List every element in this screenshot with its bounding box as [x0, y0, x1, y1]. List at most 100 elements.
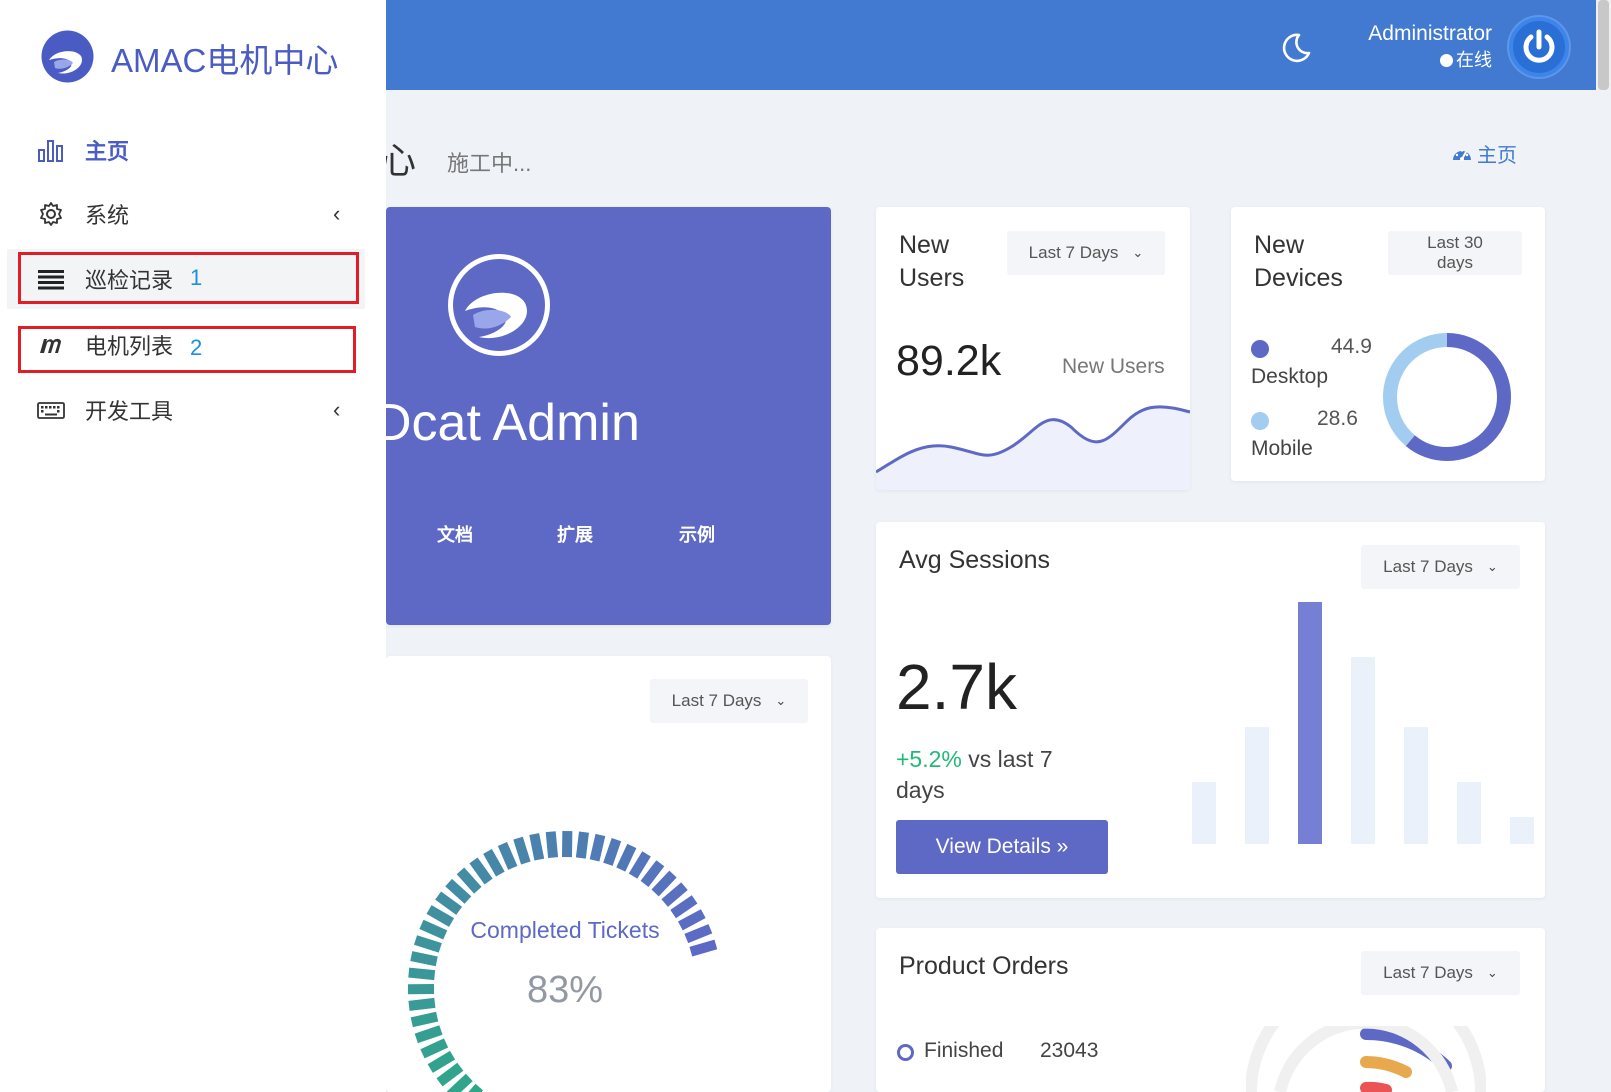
- new-users-sparkline: [876, 405, 1190, 490]
- chevron-left-icon: ‹: [333, 201, 341, 226]
- finished-label: Finished: [924, 1039, 1004, 1062]
- tickets-card: Last 7 Days ⌄ Completed Tickets 83%: [386, 656, 831, 1092]
- sidebar-item-dev-tools[interactable]: 开发工具 ‹: [7, 380, 365, 440]
- dark-mode-toggle-icon[interactable]: [1279, 31, 1313, 65]
- page-subtitle: 施工中...: [447, 151, 532, 176]
- gauge-tick: [469, 857, 493, 885]
- product-orders-radial-chart: [1246, 1026, 1486, 1092]
- new-users-title: New Users: [899, 231, 965, 292]
- scrollbar-thumb[interactable]: [1598, 0, 1609, 90]
- gauge-tick: [497, 842, 518, 870]
- chevron-down-icon: ⌄: [1486, 965, 1498, 980]
- new-devices-title: New Devices: [1254, 231, 1343, 292]
- annotation-box-2: [18, 326, 356, 373]
- gauge-tick: [435, 891, 463, 915]
- avatar[interactable]: [1509, 17, 1569, 77]
- power-icon: [1523, 29, 1555, 63]
- hero-card: Dcat Admin 文档 扩展 示例: [386, 207, 831, 625]
- gauge-tick: [445, 878, 472, 904]
- session-bar: [1351, 657, 1375, 844]
- mobile-label: Mobile: [1251, 437, 1313, 460]
- gauge-tick: [446, 1073, 473, 1092]
- breadcrumb-home[interactable]: 主页: [1477, 139, 1517, 168]
- annotation-number-1: 1: [190, 265, 203, 290]
- gauge-tick: [529, 833, 545, 861]
- gear-icon: [40, 202, 62, 226]
- annotation-number-2: 2: [190, 335, 203, 360]
- finished-value: 23043: [1040, 1039, 1099, 1062]
- view-details-button[interactable]: View Details »: [896, 820, 1108, 874]
- new-devices-range-label: Last 30 days: [1427, 232, 1483, 272]
- chevron-down-icon: ⌄: [1132, 245, 1144, 260]
- gauge-tick: [603, 838, 622, 866]
- session-bar: [1192, 782, 1216, 844]
- user-name[interactable]: Administrator: [1360, 22, 1492, 46]
- avg-sessions-range-dropdown[interactable]: Last 7 Days ⌄: [1361, 545, 1520, 589]
- avg-sessions-delta: +5.2% vs last 7 days: [896, 744, 1096, 806]
- bar-chart-icon: [38, 140, 63, 162]
- new-users-card: New Users Last 7 Days ⌄ 89.2k New Users: [876, 207, 1190, 490]
- avg-sessions-range-label: Last 7 Days: [1383, 557, 1473, 576]
- desktop-value: 44.9: [1331, 335, 1372, 358]
- product-orders-range-dropdown[interactable]: Last 7 Days ⌄: [1361, 951, 1520, 995]
- mobile-value: 28.6: [1317, 407, 1358, 430]
- gauge-tick: [628, 851, 651, 879]
- finished-legend-dot: [897, 1044, 914, 1061]
- new-users-caption: New Users: [1062, 355, 1165, 378]
- tickets-label: Completed Tickets: [470, 917, 660, 943]
- examples-link[interactable]: 示例: [679, 521, 715, 547]
- gauge-tick: [414, 1025, 443, 1044]
- product-orders-card: Product Orders Last 7 Days ⌄ Finished 230…: [876, 928, 1545, 1092]
- gauge-tick: [545, 831, 559, 859]
- breadcrumb[interactable]: 主页: [1452, 139, 1517, 168]
- dcat-logo-icon: [448, 254, 550, 356]
- tickets-range-label: Last 7 Days: [671, 691, 762, 710]
- annotation-box-1: [18, 252, 359, 304]
- gauge-tick: [670, 895, 698, 919]
- gauge-tick: [589, 833, 606, 862]
- chevron-down-icon: ⌄: [1486, 559, 1498, 574]
- avg-sessions-bar-chart: [1192, 602, 1534, 844]
- avg-sessions-value: 2.7k: [896, 651, 1017, 723]
- gauge-tick: [689, 939, 718, 957]
- gauge-tick: [410, 1011, 439, 1028]
- avg-sessions-delta-value: +5.2%: [896, 746, 962, 772]
- tickets-range-dropdown[interactable]: Last 7 Days ⌄: [650, 679, 808, 723]
- extensions-link[interactable]: 扩展: [557, 521, 593, 547]
- new-devices-range-dropdown[interactable]: Last 30 days: [1388, 231, 1522, 275]
- sidebar-item-label: 系统: [85, 203, 130, 228]
- brand-name[interactable]: AMAC电机中心: [111, 34, 338, 82]
- gauge-tick: [575, 831, 589, 859]
- tickets-value: 83%: [526, 969, 604, 1011]
- avg-sessions-title: Avg Sessions: [899, 546, 1051, 574]
- gauge-tick: [661, 882, 688, 907]
- sidebar-item-home[interactable]: 主页: [7, 120, 365, 180]
- online-dot-icon: [1440, 54, 1453, 67]
- keyboard-icon: [37, 402, 65, 419]
- gauge-tick: [483, 848, 505, 877]
- product-orders-range-label: Last 7 Days: [1383, 963, 1473, 982]
- dashboard-icon: [1453, 148, 1471, 161]
- sidebar-item-label: 开发工具: [85, 399, 174, 424]
- new-users-value: 89.2k: [896, 337, 1002, 385]
- hero-title: Dcat Admin: [386, 394, 640, 452]
- gauge-tick: [410, 951, 438, 967]
- session-bar: [1404, 727, 1428, 844]
- sidebar-item-system[interactable]: 系统 ‹: [7, 184, 365, 244]
- new-users-range-label: Last 7 Days: [1028, 243, 1119, 262]
- sidebar-item-label: 主页: [85, 139, 130, 164]
- devices-donut-chart: [1383, 333, 1511, 461]
- docs-link[interactable]: 文档: [437, 521, 473, 547]
- user-status-label: 在线: [1456, 50, 1492, 70]
- gauge-tick: [616, 843, 637, 872]
- new-users-range-dropdown[interactable]: Last 7 Days ⌄: [1007, 231, 1165, 275]
- mobile-legend-dot: [1251, 412, 1269, 430]
- product-orders-title: Product Orders: [899, 952, 1069, 980]
- gauge-tick: [420, 1038, 449, 1059]
- chevron-down-icon: ⌄: [775, 693, 787, 708]
- gauge-tick: [436, 1062, 464, 1087]
- gauge-tick: [651, 870, 677, 897]
- avg-sessions-card: Avg Sessions Last 7 Days ⌄ 2.7k +5.2% vs …: [876, 522, 1545, 898]
- new-devices-card: New Devices Last 30 days 44.9 Desktop 28…: [1231, 207, 1545, 481]
- brand-logo-icon: [41, 30, 94, 83]
